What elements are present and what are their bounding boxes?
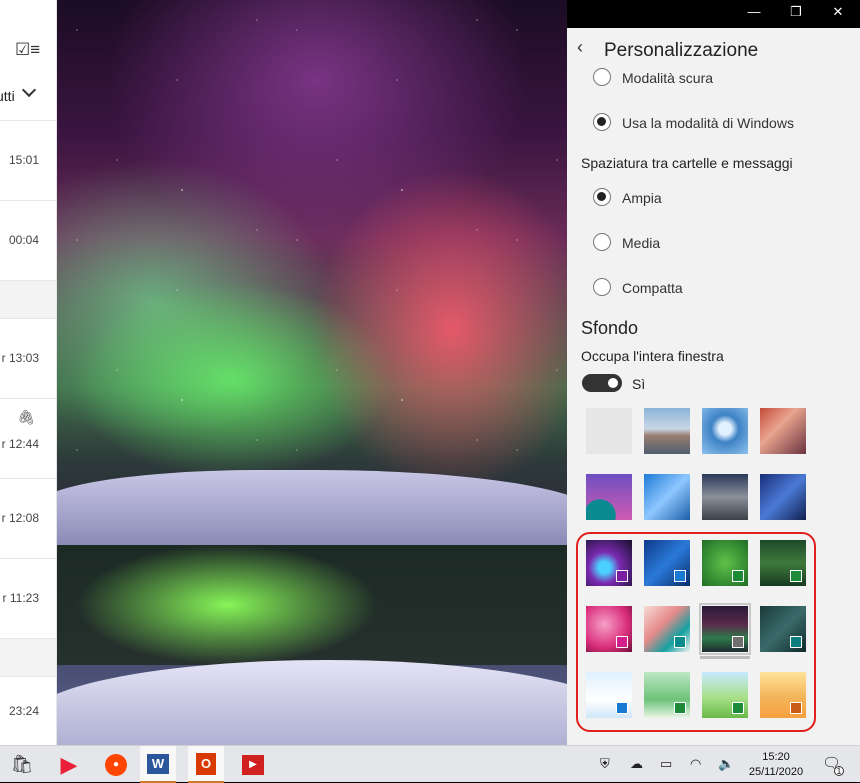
list-item[interactable]: r 12:44 🖇: [0, 398, 56, 478]
taskbar-app-word[interactable]: W: [140, 746, 176, 783]
taskbar-app-reddit[interactable]: ●: [98, 746, 134, 783]
fill-window-toggle[interactable]: [582, 374, 622, 392]
mode-windows-label[interactable]: Usa la modalità di Windows: [622, 115, 794, 131]
list-item[interactable]: 23:24: [0, 676, 56, 745]
list-item-time: 00:04: [8, 233, 39, 247]
taskbar-app-media-player[interactable]: ▶: [51, 746, 87, 783]
spacing-media-label[interactable]: Media: [622, 235, 660, 251]
list-item-time: r 11:23: [2, 591, 39, 605]
spacing-media-radio[interactable]: [593, 233, 611, 251]
media-player-icon: ▶: [60, 751, 78, 777]
taskbar-app-store[interactable]: 🛍: [4, 746, 40, 783]
background-heading: Sfondo: [581, 318, 639, 338]
list-item-time: r 12:44: [1, 437, 39, 451]
background-tile-blank[interactable]: [586, 408, 632, 454]
minimize-button[interactable]: —: [744, 4, 764, 19]
background-wallpaper: [57, 0, 567, 745]
wifi-icon[interactable]: ◠: [690, 756, 701, 772]
spacing-heading: Spaziatura tra cartelle e messaggi: [581, 155, 793, 171]
list-item-time: 15:01: [8, 153, 39, 167]
battery-icon[interactable]: ▭: [660, 756, 672, 772]
mode-dark-radio[interactable]: [593, 68, 611, 86]
back-arrow-icon[interactable]: ‹: [577, 37, 583, 58]
list-item[interactable]: r 11:23: [0, 558, 56, 638]
background-tile-waves[interactable]: [586, 474, 632, 520]
notification-count: 1: [834, 766, 844, 776]
background-tile-tree[interactable]: [702, 408, 748, 454]
spacing-compatta-radio[interactable]: [593, 278, 611, 296]
personalization-panel: ‹ Personalizzazione Modalità scura Usa l…: [567, 28, 860, 745]
defender-icon[interactable]: ⛨: [600, 756, 610, 772]
close-button[interactable]: ✕: [828, 4, 848, 20]
list-item[interactable]: r 13:03: [0, 318, 56, 398]
list-group-header[interactable]: [0, 280, 56, 318]
panel-title: Personalizzazione: [604, 40, 759, 61]
background-tile-blue-geometric[interactable]: [644, 474, 690, 520]
mode-dark-label[interactable]: Modalità scura: [622, 70, 713, 86]
clock-time: 15:20: [762, 751, 790, 763]
list-item-time: r 12:08: [1, 511, 39, 525]
office-icon: O: [196, 752, 216, 775]
list-item[interactable]: 15:01: [0, 120, 56, 200]
clock-date: 25/11/2020: [748, 766, 804, 778]
chevron-down-icon[interactable]: [21, 82, 37, 98]
taskbar-app-presentation[interactable]: ▶: [235, 746, 271, 783]
background-tile-lake-sunset[interactable]: [702, 474, 748, 520]
mode-windows-radio[interactable]: [593, 113, 611, 131]
onedrive-icon[interactable]: ☁: [630, 756, 643, 772]
store-icon: 🛍: [10, 754, 34, 774]
volume-icon[interactable]: 🔈: [718, 756, 734, 772]
fill-window-label: Occupa l'intera finestra: [581, 348, 724, 364]
background-tile-blue-streaks[interactable]: [760, 474, 806, 520]
taskbar-app-office[interactable]: O: [188, 746, 224, 783]
highlight-annotation: [576, 532, 816, 732]
mail-list: ☑≡ utti 15:01 00:04 r 13:03 r 12:44 🖇 r 12:08…: [0, 0, 57, 745]
list-item-time: 23:24: [8, 704, 39, 718]
filter-label[interactable]: utti: [0, 88, 15, 104]
taskbar: 🛍 ▶ ● W O ▶ ⛨ ☁ ▭ ◠ 🔈 15:20 25/11/2020 🗨 1: [0, 745, 860, 783]
fill-window-toggle-label: Sì: [632, 376, 646, 392]
list-item[interactable]: 00:04: [0, 200, 56, 280]
background-tile-canyon[interactable]: [760, 408, 806, 454]
clock[interactable]: 15:20 25/11/2020: [742, 750, 810, 780]
word-icon: W: [147, 753, 169, 774]
spacing-ampia-radio[interactable]: [593, 188, 611, 206]
spacing-compatta-label[interactable]: Compatta: [622, 280, 683, 296]
list-item-time: r 13:03: [1, 351, 39, 365]
list-group-header[interactable]: [0, 638, 56, 676]
list-item[interactable]: r 12:08: [0, 478, 56, 558]
select-mode-icon[interactable]: ☑≡: [15, 40, 40, 60]
attachment-icon: 🖇: [17, 409, 35, 425]
restore-button[interactable]: ❐: [786, 4, 806, 20]
reddit-icon: ●: [105, 753, 127, 776]
presentation-icon: ▶: [242, 754, 264, 775]
spacing-ampia-label[interactable]: Ampia: [622, 190, 662, 206]
background-tile-mountain[interactable]: [644, 408, 690, 454]
